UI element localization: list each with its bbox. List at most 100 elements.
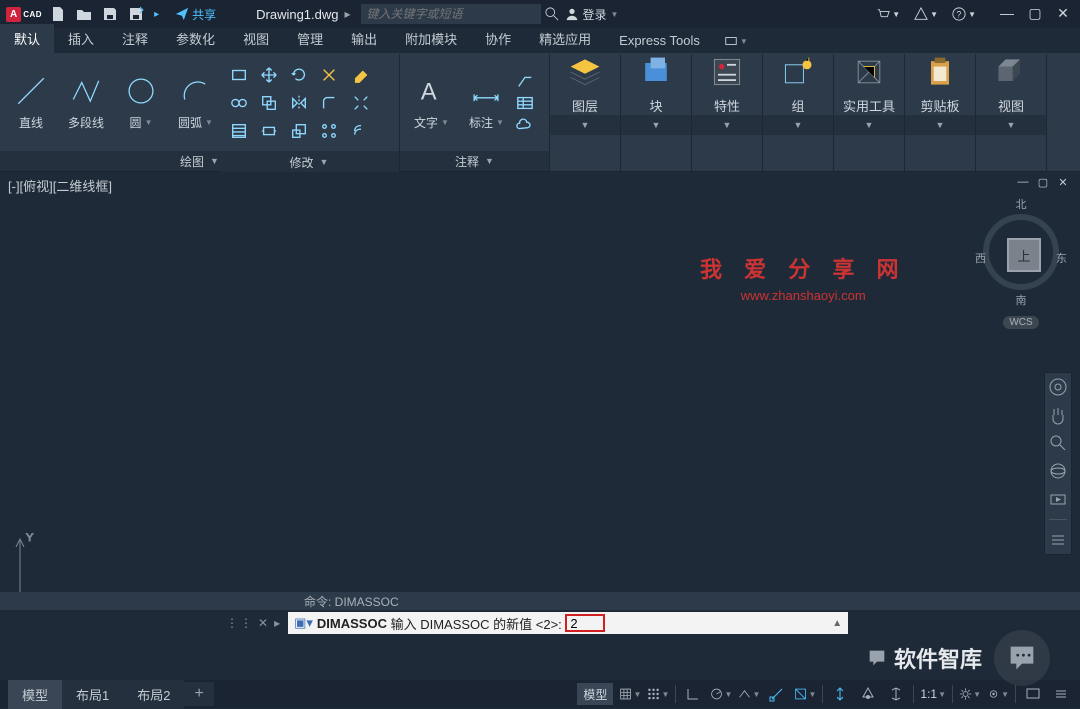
gear-icon[interactable]: ▼ [959, 683, 981, 705]
tab-collab[interactable]: 协作 [471, 24, 525, 53]
snap-icon[interactable]: ▼ [647, 683, 669, 705]
cmd-input[interactable] [570, 616, 600, 631]
new-file-icon[interactable] [50, 6, 66, 22]
utilities-button[interactable]: 实用工具 [834, 54, 904, 115]
table-icon[interactable] [516, 94, 534, 112]
saveas-icon[interactable] [128, 6, 144, 22]
isolate-icon[interactable]: ▼ [987, 683, 1009, 705]
osnap-icon[interactable] [766, 683, 788, 705]
fillet-icon[interactable] [315, 90, 343, 116]
maximize-button[interactable]: ▢ [1028, 7, 1042, 21]
steering-wheel-icon[interactable] [1048, 377, 1068, 397]
help-dropdown[interactable]: ?▼ [952, 7, 976, 21]
offset-icon[interactable] [347, 118, 375, 144]
stretch-icon[interactable] [255, 118, 283, 144]
arc-button[interactable]: 圆弧▼ [170, 70, 221, 135]
text-button[interactable]: A文字▼ [406, 70, 457, 135]
polyline-button[interactable]: 多段线 [60, 70, 112, 135]
minimize-button[interactable]: — [1000, 7, 1014, 21]
orbit-icon[interactable] [1048, 461, 1068, 481]
transparency-icon[interactable] [857, 683, 879, 705]
view-button[interactable]: 视图 [976, 54, 1046, 115]
move-icon[interactable] [255, 62, 283, 88]
layout-tab-add[interactable]: + [184, 682, 213, 706]
cmd-close-icon[interactable]: ✕ [258, 616, 270, 630]
panel-draw-label[interactable]: 绘图 [180, 153, 204, 170]
circle-button[interactable]: 圆▼ [116, 70, 166, 135]
tab-default[interactable]: 默认 [0, 24, 54, 53]
tab-parametric[interactable]: 参数化 [162, 24, 229, 53]
array-icon[interactable] [315, 118, 343, 144]
search-icon[interactable] [545, 7, 559, 21]
annoscale-icon[interactable]: 1:1▼ [920, 683, 946, 705]
open-file-icon[interactable] [76, 6, 92, 22]
search-input[interactable] [367, 7, 535, 21]
command-input-box[interactable]: ▣▾ DIMASSOC 输入 DIMASSOC 的新值 <2>: ▲ [288, 612, 848, 634]
tab-manage[interactable]: 管理 [283, 24, 337, 53]
layout-tab-model[interactable]: 模型 [8, 680, 62, 709]
tab-output[interactable]: 输出 [337, 24, 391, 53]
chat-overlay-icon[interactable] [994, 630, 1050, 686]
tab-annotate[interactable]: 注释 [108, 24, 162, 53]
cart-dropdown[interactable]: ▼ [876, 7, 900, 21]
viewport-min-icon[interactable]: — [1016, 176, 1030, 190]
dimension-button[interactable]: 标注▼ [461, 70, 512, 135]
zoom-extents-icon[interactable] [1048, 433, 1068, 453]
viewport-label[interactable]: [-][俯视][二维线框] [8, 176, 112, 195]
otrack-icon[interactable]: ▼ [794, 683, 816, 705]
search-box[interactable] [361, 4, 541, 24]
tab-addins[interactable]: 附加模块 [391, 24, 471, 53]
eraser-icon[interactable] [347, 62, 375, 88]
grid-icon[interactable]: ▼ [619, 683, 641, 705]
cmd-expand-icon[interactable]: ▲ [832, 618, 842, 629]
close-button[interactable]: ✕ [1056, 7, 1070, 21]
viewcube-top[interactable]: 上 [1007, 238, 1041, 272]
tab-express[interactable]: Express Tools [605, 28, 714, 53]
login-button[interactable]: 登录 ▼ [565, 6, 619, 23]
tab-insert[interactable]: 插入 [54, 24, 108, 53]
properties-button[interactable]: 特性 [692, 54, 762, 115]
ortho-icon[interactable] [682, 683, 704, 705]
pan-icon[interactable] [1048, 405, 1068, 425]
view-cube[interactable]: 北 上 西 东 南 WCS [976, 196, 1066, 326]
block-button[interactable]: 块 [621, 54, 691, 115]
cycling-icon[interactable] [885, 683, 907, 705]
viewport-close-icon[interactable]: ✕ [1056, 176, 1070, 190]
explode-icon[interactable] [347, 90, 375, 116]
cmd-grip-icon[interactable]: ⋮⋮ [226, 616, 254, 630]
nav-bar-menu-icon[interactable] [1048, 530, 1068, 550]
leader-icon[interactable] [516, 72, 534, 90]
polar-icon[interactable]: ▼ [710, 683, 732, 705]
customize-icon[interactable] [1050, 683, 1072, 705]
rect-icon[interactable] [225, 62, 253, 88]
a360-dropdown[interactable]: ▼ [914, 7, 938, 21]
cmd-recent-icon[interactable]: ▸ [274, 616, 282, 630]
line-button[interactable]: 直线 [6, 70, 56, 135]
cleanscreen-icon[interactable] [1022, 683, 1044, 705]
tab-view[interactable]: 视图 [229, 24, 283, 53]
model-toggle[interactable]: 模型 [577, 683, 613, 705]
layer-button[interactable]: 图层 [550, 54, 620, 115]
spline-icon[interactable] [225, 90, 253, 116]
mirror-icon[interactable] [285, 90, 313, 116]
drawing-area[interactable]: [-][俯视][二维线框] — ▢ ✕ 我 爱 分 享 网 www.zhansh… [0, 172, 1080, 636]
wcs-badge[interactable]: WCS [1003, 316, 1038, 329]
save-icon[interactable] [102, 6, 118, 22]
panel-annot-label[interactable]: 注释 [455, 153, 479, 170]
cloud-icon[interactable] [516, 116, 534, 134]
hatch-icon[interactable] [225, 118, 253, 144]
isodraft-icon[interactable]: ▼ [738, 683, 760, 705]
share-button[interactable]: 共享 [175, 6, 216, 23]
rotate-icon[interactable] [285, 62, 313, 88]
tab-extra-toggle[interactable]: ▼ [714, 29, 758, 53]
layout-tab-2[interactable]: 布局2 [123, 680, 184, 709]
tab-featured[interactable]: 精选应用 [525, 24, 605, 53]
showmotion-icon[interactable] [1048, 489, 1068, 509]
lineweight-icon[interactable] [829, 683, 851, 705]
qat-arrow-icon[interactable]: ▸ [154, 9, 159, 20]
group-button[interactable]: 组 [763, 54, 833, 115]
viewport-max-icon[interactable]: ▢ [1036, 176, 1050, 190]
copy-icon[interactable] [255, 90, 283, 116]
clipboard-button[interactable]: 剪贴板 [905, 54, 975, 115]
trim-icon[interactable] [315, 62, 343, 88]
